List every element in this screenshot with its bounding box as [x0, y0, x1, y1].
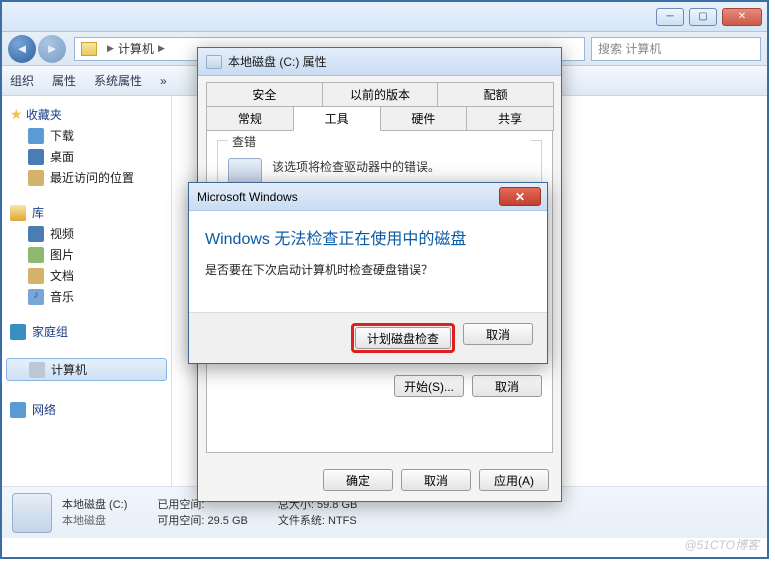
download-icon — [28, 128, 44, 144]
schedule-disk-check-button[interactable]: 计划磁盘检查 — [355, 327, 451, 349]
desktop-icon — [28, 149, 44, 165]
drive-icon — [12, 493, 52, 533]
sidebar-item-videos[interactable]: 视频 — [2, 223, 171, 244]
confirm-dialog: Microsoft Windows ✕ Windows 无法检查正在使用中的磁盘… — [188, 182, 548, 364]
start-check-button[interactable]: 开始(S)... — [394, 375, 464, 397]
sidebar-item-recent[interactable]: 最近访问的位置 — [2, 167, 171, 188]
group-legend: 查错 — [228, 133, 531, 150]
sidebar-item-documents[interactable]: 文档 — [2, 265, 171, 286]
nav-back-button[interactable]: ◄ — [8, 35, 36, 63]
recent-icon — [28, 170, 44, 186]
toolbar-organize[interactable]: 组织 — [10, 72, 34, 89]
breadcrumb[interactable]: 计算机 — [118, 40, 154, 57]
ok-button[interactable]: 确定 — [323, 469, 393, 491]
sidebar-item-music[interactable]: ♪音乐 — [2, 286, 171, 307]
sidebar-group-favorites[interactable]: ★ 收藏夹 — [10, 106, 171, 123]
nav-forward-button[interactable]: ► — [38, 35, 66, 63]
sidebar-item-desktop[interactable]: 桌面 — [2, 146, 171, 167]
chevron-right-icon: ▶ — [158, 43, 165, 54]
navigation-sidebar: ★ 收藏夹 下载 桌面 最近访问的位置 库 视频 图片 文档 ♪音乐 家庭组 计… — [2, 96, 172, 486]
music-icon: ♪ — [28, 289, 44, 305]
toolbar-system-properties[interactable]: 系统属性 — [94, 72, 142, 89]
library-icon — [10, 205, 26, 221]
tab-sharing[interactable]: 共享 — [466, 106, 554, 131]
maximize-button[interactable]: ▢ — [689, 8, 717, 26]
dialog-heading: Windows 无法检查正在使用中的磁盘 — [205, 225, 531, 249]
drive-type: 本地磁盘 — [62, 513, 127, 529]
sidebar-item-pictures[interactable]: 图片 — [2, 244, 171, 265]
dialog-message: 是否要在下次启动计算机时检查硬盘错误？ — [205, 261, 531, 278]
drive-icon — [206, 55, 222, 69]
toolbar-overflow[interactable]: » — [160, 74, 167, 88]
tab-general[interactable]: 常规 — [206, 106, 294, 131]
tab-tools[interactable]: 工具 — [293, 106, 381, 131]
sidebar-group-homegroup[interactable]: 家庭组 — [10, 323, 171, 340]
video-icon — [28, 226, 44, 242]
document-icon — [28, 268, 44, 284]
network-icon — [10, 402, 26, 418]
cancel-button[interactable]: 取消 — [463, 323, 533, 345]
sidebar-group-libraries[interactable]: 库 — [10, 204, 171, 221]
check-disk-description: 该选项将检查驱动器中的错误。 — [272, 158, 531, 175]
watermark: @51CTO博客 — [684, 536, 759, 553]
dialog-titlebar[interactable]: Microsoft Windows ✕ — [189, 183, 547, 211]
toolbar-properties[interactable]: 属性 — [52, 72, 76, 89]
apply-button[interactable]: 应用(A) — [479, 469, 549, 491]
minimize-button[interactable]: ─ — [656, 8, 684, 26]
cancel-button[interactable]: 取消 — [401, 469, 471, 491]
dialog-titlebar[interactable]: 本地磁盘 (C:) 属性 — [198, 48, 561, 76]
search-input[interactable]: 搜索 计算机 — [591, 37, 761, 61]
tab-hardware[interactable]: 硬件 — [380, 106, 468, 131]
sidebar-item-computer[interactable]: 计算机 — [6, 358, 167, 381]
tab-security[interactable]: 安全 — [206, 82, 323, 107]
cancel-check-button[interactable]: 取消 — [472, 375, 542, 397]
chevron-right-icon: ▶ — [107, 43, 114, 54]
sidebar-group-network[interactable]: 网络 — [10, 401, 171, 418]
close-button[interactable]: ✕ — [499, 187, 541, 206]
computer-icon — [81, 42, 97, 56]
tab-previous-versions[interactable]: 以前的版本 — [322, 82, 439, 107]
picture-icon — [28, 247, 44, 263]
drive-name: 本地磁盘 (C:) — [62, 497, 127, 513]
close-button[interactable]: ✕ — [722, 8, 762, 26]
highlight-box: 计划磁盘检查 — [351, 323, 455, 353]
tab-quota[interactable]: 配额 — [437, 82, 554, 107]
sidebar-item-downloads[interactable]: 下载 — [2, 125, 171, 146]
computer-icon — [29, 362, 45, 378]
window-titlebar: ─ ▢ ✕ — [2, 2, 767, 32]
homegroup-icon — [10, 324, 26, 340]
star-icon: ★ — [10, 106, 23, 123]
